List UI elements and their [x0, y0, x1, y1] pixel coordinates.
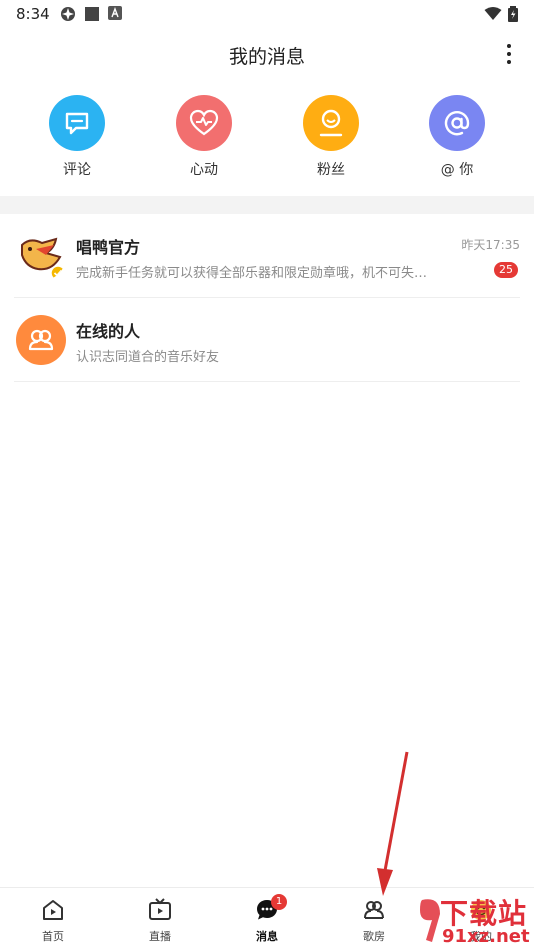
nav-label: 消息 — [256, 930, 278, 943]
live-tv-icon — [149, 898, 171, 920]
comment-icon — [49, 95, 105, 151]
message-list: 唱鸭官方 完成新手任务就可以获得全部乐器和限定勋章哦，机不可失… 昨天17:35… — [0, 214, 534, 382]
list-item[interactable]: 在线的人 认识志同道合的音乐好友 — [14, 298, 520, 382]
room-icon — [364, 901, 384, 919]
quick-action-label: 心动 — [190, 162, 218, 178]
nav-live[interactable]: 直播 — [120, 898, 200, 944]
unread-badge: 25 — [494, 262, 518, 278]
battery-icon — [508, 6, 518, 22]
status-time: 8:34 — [16, 5, 50, 23]
section-divider — [0, 196, 534, 214]
nav-label: 歌房 — [363, 930, 385, 943]
nav-label: 首页 — [42, 930, 64, 943]
quick-actions: 评论 心动 粉丝 @ 你 — [0, 95, 534, 185]
square-notification-icon — [85, 7, 99, 21]
app-notification-icon — [61, 7, 75, 21]
quick-action-like[interactable]: 心动 — [154, 95, 254, 179]
wifi-icon — [484, 7, 502, 20]
fan-icon — [303, 95, 359, 151]
nav-messages[interactable]: 1 消息 — [227, 894, 307, 944]
nav-home[interactable]: 首页 — [13, 898, 93, 944]
message-title: 在线的人 — [76, 322, 141, 341]
at-icon — [429, 95, 485, 151]
message-title: 唱鸭官方 — [76, 238, 141, 257]
more-dot-icon — [507, 52, 511, 56]
people-icon — [16, 315, 66, 365]
more-dot-icon — [507, 44, 511, 48]
message-preview: 完成新手任务就可以获得全部乐器和限定勋章哦，机不可失… — [76, 266, 428, 281]
heart-pulse-icon — [176, 95, 232, 151]
message-time: 昨天17:35 — [461, 238, 520, 252]
nav-badge: 1 — [271, 894, 287, 910]
a-notification-icon — [108, 6, 122, 20]
nav-label: 直播 — [149, 930, 171, 943]
page-title: 我的消息 — [228, 46, 305, 68]
quick-action-label: 评论 — [63, 162, 91, 178]
watermark: 下载站 91xz.net — [418, 892, 534, 950]
more-dot-icon — [507, 60, 511, 64]
quick-action-label: 粉丝 — [317, 162, 345, 178]
message-preview: 认识志同道合的音乐好友 — [76, 350, 220, 365]
duck-logo-avatar — [16, 231, 66, 281]
nav-room[interactable]: 歌房 — [334, 898, 414, 944]
quick-action-mention[interactable]: @ 你 — [407, 95, 507, 179]
quick-action-comment[interactable]: 评论 — [27, 95, 127, 179]
watermark-domain: 91xz.net — [442, 926, 530, 947]
quick-action-fans[interactable]: 粉丝 — [281, 95, 381, 179]
header: 我的消息 — [0, 30, 534, 80]
home-play-icon — [43, 900, 63, 920]
quick-action-label: @ 你 — [440, 162, 474, 178]
status-bar: 8:34 — [0, 0, 534, 30]
more-options-button[interactable] — [504, 44, 514, 68]
list-item[interactable]: 唱鸭官方 完成新手任务就可以获得全部乐器和限定勋章哦，机不可失… 昨天17:35… — [14, 214, 520, 298]
